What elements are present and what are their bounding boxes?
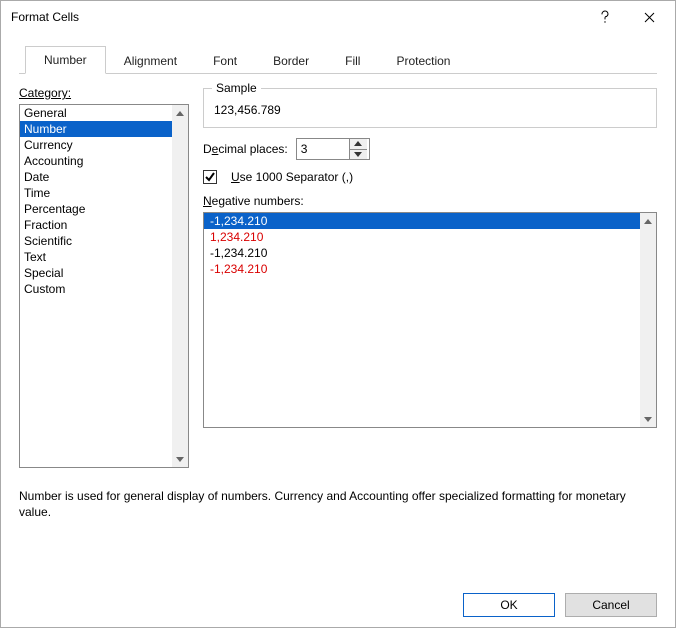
separator-row: Use 1000 Separator (,)	[203, 170, 657, 184]
category-items: General Number Currency Accounting Date …	[20, 105, 172, 467]
category-column: Category: General Number Currency Accoun…	[19, 86, 189, 468]
checkmark-icon	[205, 172, 215, 182]
titlebar: Format Cells	[1, 1, 675, 33]
negative-label: Negative numbers:	[203, 194, 657, 208]
category-item-percentage[interactable]: Percentage	[20, 201, 172, 217]
category-item-text[interactable]: Text	[20, 249, 172, 265]
tab-strip: Number Alignment Font Border Fill Protec…	[19, 45, 657, 74]
category-item-custom[interactable]: Custom	[20, 281, 172, 297]
sample-legend: Sample	[212, 81, 261, 95]
category-scrollbar[interactable]	[172, 105, 188, 467]
scroll-down-icon[interactable]	[172, 451, 188, 467]
tab-protection[interactable]: Protection	[378, 48, 468, 74]
decimal-spin-buttons	[349, 139, 367, 159]
negative-listbox[interactable]: -1,234.210 1,234.210 -1,234.210 -1,234.2…	[203, 212, 657, 428]
scroll-up-icon[interactable]	[640, 213, 656, 229]
description-text: Number is used for general display of nu…	[19, 488, 657, 587]
options-column: Sample 123,456.789 Decimal places:	[203, 86, 657, 468]
negative-items: -1,234.210 1,234.210 -1,234.210 -1,234.2…	[204, 213, 640, 427]
window-title: Format Cells	[11, 10, 583, 24]
scroll-up-icon[interactable]	[172, 105, 188, 121]
category-item-special[interactable]: Special	[20, 265, 172, 281]
category-item-accounting[interactable]: Accounting	[20, 153, 172, 169]
tab-alignment[interactable]: Alignment	[106, 48, 195, 74]
category-listbox[interactable]: General Number Currency Accounting Date …	[19, 104, 189, 468]
sample-value: 123,456.789	[214, 103, 646, 117]
negative-label-post: egative numbers:	[212, 194, 304, 208]
cancel-button[interactable]: Cancel	[565, 593, 657, 617]
decimal-spin-up[interactable]	[350, 139, 367, 149]
decimal-spin-down[interactable]	[350, 149, 367, 160]
tab-border[interactable]: Border	[255, 48, 327, 74]
separator-label-post: se 1000 Separator (,)	[240, 170, 353, 184]
button-row: OK Cancel	[19, 587, 657, 617]
dialog-body: Number Alignment Font Border Fill Protec…	[1, 33, 675, 627]
separator-label: Use 1000 Separator (,)	[231, 170, 353, 184]
ok-button[interactable]: OK	[463, 593, 555, 617]
sample-fieldset: Sample 123,456.789	[203, 88, 657, 128]
scroll-down-icon[interactable]	[640, 411, 656, 427]
tab-font[interactable]: Font	[195, 48, 255, 74]
negative-item-0[interactable]: -1,234.210	[204, 213, 640, 229]
category-item-number[interactable]: Number	[20, 121, 172, 137]
content-columns: Category: General Number Currency Accoun…	[19, 86, 657, 468]
decimal-input[interactable]	[297, 139, 349, 159]
category-label-text: Category:	[19, 86, 71, 100]
negative-scrollbar[interactable]	[640, 213, 656, 427]
close-button[interactable]	[627, 3, 671, 31]
negative-item-2[interactable]: -1,234.210	[204, 245, 640, 261]
negative-item-1[interactable]: 1,234.210	[204, 229, 640, 245]
category-label: Category:	[19, 86, 189, 100]
format-cells-dialog: Format Cells Number Alignment Font Borde…	[0, 0, 676, 628]
decimal-stepper[interactable]	[296, 138, 370, 160]
negative-label-u: N	[203, 194, 212, 208]
tab-number[interactable]: Number	[25, 46, 106, 74]
tab-fill[interactable]: Fill	[327, 48, 378, 74]
category-item-general[interactable]: General	[20, 105, 172, 121]
decimal-row: Decimal places:	[203, 138, 657, 160]
decimal-label-pre: D	[203, 142, 212, 156]
category-item-time[interactable]: Time	[20, 185, 172, 201]
category-item-currency[interactable]: Currency	[20, 137, 172, 153]
negative-item-3[interactable]: -1,234.210	[204, 261, 640, 277]
decimal-label: Decimal places:	[203, 142, 288, 156]
category-item-scientific[interactable]: Scientific	[20, 233, 172, 249]
category-item-fraction[interactable]: Fraction	[20, 217, 172, 233]
category-item-date[interactable]: Date	[20, 169, 172, 185]
decimal-label-post: cimal places:	[218, 142, 287, 156]
help-button[interactable]	[583, 3, 627, 31]
separator-label-u: U	[231, 170, 240, 184]
separator-checkbox[interactable]	[203, 170, 217, 184]
